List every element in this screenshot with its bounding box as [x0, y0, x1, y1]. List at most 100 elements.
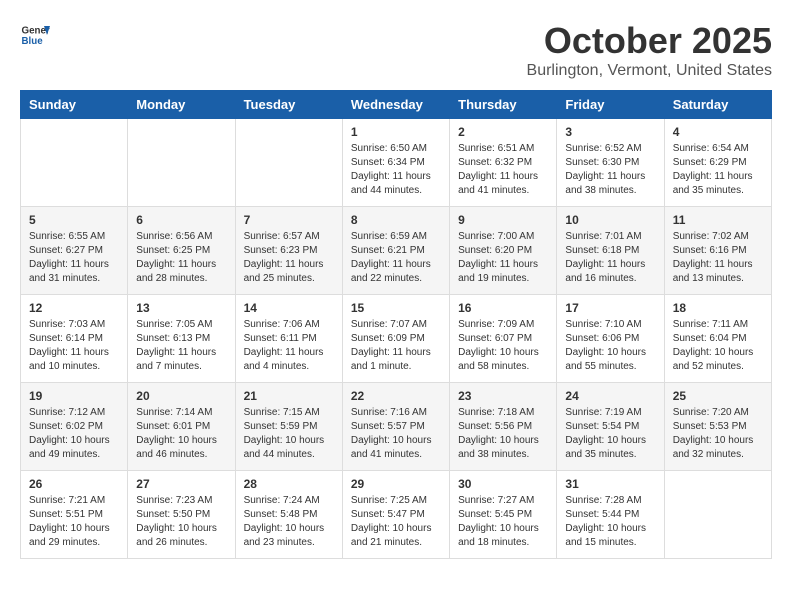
calendar-cell: 19 Sunrise: 7:12 AM Sunset: 6:02 PM Dayli… — [21, 383, 128, 471]
day-number: 30 — [458, 477, 548, 491]
weekday-header-tuesday: Tuesday — [235, 91, 342, 119]
day-info: Sunrise: 6:52 AM Sunset: 6:30 PM Dayligh… — [565, 142, 655, 198]
day-info: Sunrise: 7:15 AM Sunset: 5:59 PM Dayligh… — [244, 406, 334, 462]
day-number: 3 — [565, 125, 655, 139]
day-number: 16 — [458, 301, 548, 315]
day-info: Sunrise: 6:57 AM Sunset: 6:23 PM Dayligh… — [244, 230, 334, 286]
weekday-header-saturday: Saturday — [664, 91, 771, 119]
calendar-cell: 2Sunrise: 6:51 AM Sunset: 6:32 PM Daylig… — [450, 119, 557, 207]
calendar-cell: 10 Sunrise: 7:01 AM Sunset: 6:18 PM Dayli… — [557, 207, 664, 295]
day-number: 27 — [136, 477, 226, 491]
weekday-header-row: SundayMondayTuesdayWednesdayThursdayFrid… — [21, 91, 772, 119]
day-number: 19 — [29, 389, 119, 403]
day-info: Sunrise: 7:09 AM Sunset: 6:07 PM Dayligh… — [458, 318, 548, 374]
day-number: 9 — [458, 213, 548, 227]
calendar-cell: 29Sunrise: 7:25 AM Sunset: 5:47 PM Dayli… — [342, 471, 449, 559]
day-info: Sunrise: 7:01 AM Sunset: 6:18 PM Dayligh… — [565, 230, 655, 286]
day-info: Sunrise: 6:50 AM Sunset: 6:34 PM Dayligh… — [351, 142, 441, 198]
calendar-cell: 23Sunrise: 7:18 AM Sunset: 5:56 PM Dayli… — [450, 383, 557, 471]
calendar-cell: 16 Sunrise: 7:09 AM Sunset: 6:07 PM Dayli… — [450, 295, 557, 383]
day-number: 20 — [136, 389, 226, 403]
day-number: 2 — [458, 125, 548, 139]
calendar-week-row: 12Sunrise: 7:03 AM Sunset: 6:14 PM Dayli… — [21, 295, 772, 383]
day-info: Sunrise: 6:54 AM Sunset: 6:29 PM Dayligh… — [673, 142, 763, 198]
day-info: Sunrise: 7:06 AM Sunset: 6:11 PM Dayligh… — [244, 318, 334, 374]
day-number: 18 — [673, 301, 763, 315]
logo: General Blue — [20, 20, 50, 50]
day-info: Sunrise: 7:23 AM Sunset: 5:50 PM Dayligh… — [136, 494, 226, 550]
calendar-cell: 24Sunrise: 7:19 AM Sunset: 5:54 PM Dayli… — [557, 383, 664, 471]
day-number: 4 — [673, 125, 763, 139]
calendar-week-row: 5 Sunrise: 6:55 AM Sunset: 6:27 PM Daylig… — [21, 207, 772, 295]
day-number: 26 — [29, 477, 119, 491]
day-number: 7 — [244, 213, 334, 227]
calendar-cell — [128, 119, 235, 207]
day-number: 25 — [673, 389, 763, 403]
day-info: Sunrise: 7:07 AM Sunset: 6:09 PM Dayligh… — [351, 318, 441, 374]
calendar-cell: 17 Sunrise: 7:10 AM Sunset: 6:06 PM Dayli… — [557, 295, 664, 383]
page-header: General Blue October 2025 Burlington, Ve… — [20, 20, 772, 80]
day-info: Sunrise: 7:05 AM Sunset: 6:13 PM Dayligh… — [136, 318, 226, 374]
day-info: Sunrise: 6:55 AM Sunset: 6:27 PM Dayligh… — [29, 230, 119, 286]
day-number: 5 — [29, 213, 119, 227]
day-number: 23 — [458, 389, 548, 403]
day-number: 13 — [136, 301, 226, 315]
day-number: 15 — [351, 301, 441, 315]
calendar-cell: 4 Sunrise: 6:54 AM Sunset: 6:29 PM Daylig… — [664, 119, 771, 207]
day-info: Sunrise: 7:14 AM Sunset: 6:01 PM Dayligh… — [136, 406, 226, 462]
weekday-header-friday: Friday — [557, 91, 664, 119]
calendar-week-row: 26 Sunrise: 7:21 AM Sunset: 5:51 PM Dayli… — [21, 471, 772, 559]
calendar-cell — [21, 119, 128, 207]
day-info: Sunrise: 7:10 AM Sunset: 6:06 PM Dayligh… — [565, 318, 655, 374]
title-section: October 2025 Burlington, Vermont, United… — [527, 20, 772, 80]
day-info: Sunrise: 7:12 AM Sunset: 6:02 PM Dayligh… — [29, 406, 119, 462]
day-info: Sunrise: 7:28 AM Sunset: 5:44 PM Dayligh… — [565, 494, 655, 550]
calendar-week-row: 1Sunrise: 6:50 AM Sunset: 6:34 PM Daylig… — [21, 119, 772, 207]
calendar-cell: 21 Sunrise: 7:15 AM Sunset: 5:59 PM Dayli… — [235, 383, 342, 471]
day-info: Sunrise: 7:21 AM Sunset: 5:51 PM Dayligh… — [29, 494, 119, 550]
calendar-table: SundayMondayTuesdayWednesdayThursdayFrid… — [20, 90, 772, 559]
calendar-cell: 28Sunrise: 7:24 AM Sunset: 5:48 PM Dayli… — [235, 471, 342, 559]
day-number: 10 — [565, 213, 655, 227]
weekday-header-monday: Monday — [128, 91, 235, 119]
calendar-cell: 12Sunrise: 7:03 AM Sunset: 6:14 PM Dayli… — [21, 295, 128, 383]
day-number: 21 — [244, 389, 334, 403]
day-info: Sunrise: 7:03 AM Sunset: 6:14 PM Dayligh… — [29, 318, 119, 374]
day-number: 14 — [244, 301, 334, 315]
day-number: 8 — [351, 213, 441, 227]
day-info: Sunrise: 7:20 AM Sunset: 5:53 PM Dayligh… — [673, 406, 763, 462]
day-number: 28 — [244, 477, 334, 491]
day-info: Sunrise: 6:56 AM Sunset: 6:25 PM Dayligh… — [136, 230, 226, 286]
day-info: Sunrise: 6:59 AM Sunset: 6:21 PM Dayligh… — [351, 230, 441, 286]
day-number: 11 — [673, 213, 763, 227]
day-number: 17 — [565, 301, 655, 315]
calendar-cell: 27 Sunrise: 7:23 AM Sunset: 5:50 PM Dayli… — [128, 471, 235, 559]
calendar-cell — [235, 119, 342, 207]
calendar-cell: 20 Sunrise: 7:14 AM Sunset: 6:01 PM Dayli… — [128, 383, 235, 471]
calendar-cell: 8 Sunrise: 6:59 AM Sunset: 6:21 PM Daylig… — [342, 207, 449, 295]
calendar-cell: 3 Sunrise: 6:52 AM Sunset: 6:30 PM Daylig… — [557, 119, 664, 207]
calendar-cell: 9 Sunrise: 7:00 AM Sunset: 6:20 PM Daylig… — [450, 207, 557, 295]
calendar-cell: 15 Sunrise: 7:07 AM Sunset: 6:09 PM Dayli… — [342, 295, 449, 383]
svg-text:Blue: Blue — [22, 36, 44, 47]
day-info: Sunrise: 7:16 AM Sunset: 5:57 PM Dayligh… — [351, 406, 441, 462]
day-number: 6 — [136, 213, 226, 227]
day-number: 22 — [351, 389, 441, 403]
day-info: Sunrise: 7:11 AM Sunset: 6:04 PM Dayligh… — [673, 318, 763, 374]
day-info: Sunrise: 7:02 AM Sunset: 6:16 PM Dayligh… — [673, 230, 763, 286]
calendar-cell — [664, 471, 771, 559]
calendar-cell: 13 Sunrise: 7:05 AM Sunset: 6:13 PM Dayli… — [128, 295, 235, 383]
weekday-header-wednesday: Wednesday — [342, 91, 449, 119]
day-info: Sunrise: 7:25 AM Sunset: 5:47 PM Dayligh… — [351, 494, 441, 550]
calendar-cell: 18 Sunrise: 7:11 AM Sunset: 6:04 PM Dayli… — [664, 295, 771, 383]
day-info: Sunrise: 7:00 AM Sunset: 6:20 PM Dayligh… — [458, 230, 548, 286]
day-info: Sunrise: 7:27 AM Sunset: 5:45 PM Dayligh… — [458, 494, 548, 550]
month-title: October 2025 — [527, 20, 772, 62]
calendar-cell: 5 Sunrise: 6:55 AM Sunset: 6:27 PM Daylig… — [21, 207, 128, 295]
calendar-cell: 30 Sunrise: 7:27 AM Sunset: 5:45 PM Dayli… — [450, 471, 557, 559]
calendar-cell: 7 Sunrise: 6:57 AM Sunset: 6:23 PM Daylig… — [235, 207, 342, 295]
calendar-cell: 1Sunrise: 6:50 AM Sunset: 6:34 PM Daylig… — [342, 119, 449, 207]
calendar-week-row: 19 Sunrise: 7:12 AM Sunset: 6:02 PM Dayli… — [21, 383, 772, 471]
calendar-cell: 31Sunrise: 7:28 AM Sunset: 5:44 PM Dayli… — [557, 471, 664, 559]
location-title: Burlington, Vermont, United States — [527, 62, 772, 80]
